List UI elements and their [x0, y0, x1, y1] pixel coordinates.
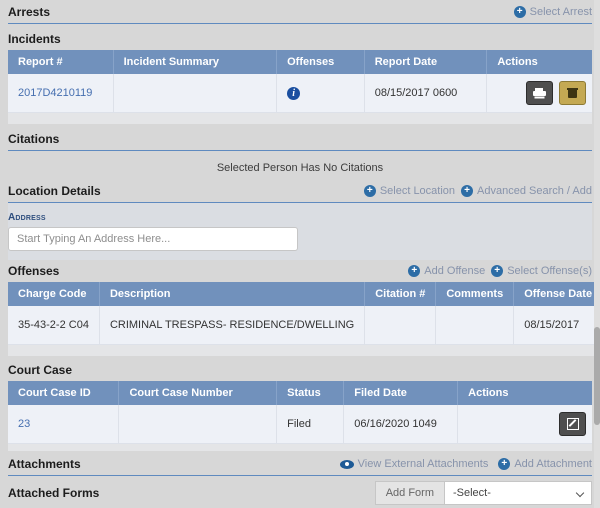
- court-case-table-footer: [8, 444, 592, 452]
- address-panel: Address: [8, 203, 592, 260]
- eye-icon: [340, 460, 354, 469]
- incident-report-date: 08/15/2017 0600: [364, 74, 487, 113]
- court-case-row: 23 Filed 06/16/2020 1049: [8, 405, 592, 444]
- print-incident-button[interactable]: [526, 81, 553, 105]
- view-external-attachments-link[interactable]: View External Attachments: [340, 458, 489, 470]
- offense-charge-code: 35-43-2-2 C04: [8, 306, 99, 345]
- vertical-scrollbar[interactable]: [594, 0, 600, 508]
- location-section-title: Location Details: [8, 184, 101, 198]
- trash-icon: [568, 88, 577, 99]
- court-case-status: Filed: [277, 405, 344, 444]
- court-case-filed-date: 06/16/2020 1049: [344, 405, 458, 444]
- arrests-section-title: Arrests: [8, 5, 50, 19]
- plus-icon: +: [491, 265, 503, 277]
- select-location-label: Select Location: [380, 185, 455, 197]
- offense-row: 35-43-2-2 C04 CRIMINAL TRESPASS- RESIDEN…: [8, 306, 600, 345]
- section-divider: [8, 475, 592, 476]
- attachments-section-title: Attachments: [8, 457, 81, 471]
- offense-comments: [436, 306, 514, 345]
- select-arrest-link[interactable]: + Select Arrest: [514, 6, 592, 18]
- attached-forms-section-title: Attached Forms: [8, 486, 99, 500]
- incidents-header-actions: Actions: [487, 50, 592, 74]
- add-attachment-label: Add Attachment: [514, 458, 592, 470]
- incidents-table: Report # Incident Summary Offenses Repor…: [8, 50, 592, 124]
- incidents-section-title: Incidents: [8, 32, 61, 46]
- add-offense-link[interactable]: + Add Offense: [408, 265, 485, 277]
- section-divider: [8, 150, 592, 151]
- select-offenses-link[interactable]: + Select Offense(s): [491, 265, 592, 277]
- select-location-link[interactable]: + Select Location: [364, 185, 455, 197]
- offenses-header-date: Offense Date: [514, 282, 600, 306]
- plus-icon: +: [408, 265, 420, 277]
- court-case-number: [119, 405, 277, 444]
- offenses-header-comments: Comments: [436, 282, 514, 306]
- court-header-id: Court Case ID: [8, 381, 119, 405]
- scrollbar-thumb[interactable]: [594, 327, 600, 425]
- court-case-id-link[interactable]: 23: [18, 418, 30, 430]
- select-offenses-label: Select Offense(s): [507, 265, 592, 277]
- add-form-label: Add Form: [375, 481, 444, 505]
- offenses-table-footer: [8, 345, 600, 357]
- incidents-header-summary: Incident Summary: [113, 50, 277, 74]
- advanced-search-add-link[interactable]: + Advanced Search / Add: [461, 185, 592, 197]
- offenses-header-code: Charge Code: [8, 282, 99, 306]
- select-arrest-label: Select Arrest: [530, 6, 592, 18]
- chevron-down-icon: [576, 489, 584, 497]
- section-divider: [8, 23, 592, 24]
- citations-section-title: Citations: [8, 132, 59, 146]
- edit-court-case-button[interactable]: [559, 412, 586, 436]
- offense-citation: [365, 306, 436, 345]
- address-input[interactable]: [8, 227, 298, 251]
- incidents-header-report: Report #: [8, 50, 113, 74]
- offense-description: CRIMINAL TRESPASS- RESIDENCE/DWELLING: [99, 306, 364, 345]
- court-header-status: Status: [277, 381, 344, 405]
- edit-icon: [567, 418, 579, 430]
- advanced-search-add-label: Advanced Search / Add: [477, 185, 592, 197]
- plus-icon: +: [514, 6, 526, 18]
- incidents-header-date: Report Date: [364, 50, 487, 74]
- offense-date: 08/15/2017: [514, 306, 600, 345]
- plus-icon: +: [461, 185, 473, 197]
- offenses-table: Charge Code Description Citation # Comme…: [8, 282, 600, 356]
- incidents-header-offenses: Offenses: [277, 50, 365, 74]
- offenses-header-citation: Citation #: [365, 282, 436, 306]
- view-external-attachments-label: View External Attachments: [358, 458, 489, 470]
- incidents-table-footer: [8, 113, 592, 125]
- court-case-table: Court Case ID Court Case Number Status F…: [8, 381, 592, 451]
- plus-icon: +: [498, 458, 510, 470]
- offenses-header-description: Description: [99, 282, 364, 306]
- info-icon[interactable]: i: [287, 87, 300, 100]
- delete-incident-button[interactable]: [559, 81, 586, 105]
- add-attachment-link[interactable]: + Add Attachment: [498, 458, 592, 470]
- court-header-filed: Filed Date: [344, 381, 458, 405]
- plus-icon: +: [364, 185, 376, 197]
- offenses-section-title: Offenses: [8, 264, 59, 278]
- add-offense-label: Add Offense: [424, 265, 485, 277]
- add-form-select[interactable]: -Select-: [444, 481, 592, 505]
- address-label: Address: [8, 212, 592, 223]
- court-header-number: Court Case Number: [119, 381, 277, 405]
- no-citations-message: Selected Person Has No Citations: [8, 162, 592, 174]
- person-record-page: Arrests + Select Arrest Incidents Report …: [0, 0, 600, 508]
- printer-icon: [533, 88, 546, 98]
- add-form-selected-value: -Select-: [453, 487, 491, 499]
- incident-row: 2017D4210119 i 08/15/2017 0600: [8, 74, 592, 113]
- incident-report-link[interactable]: 2017D4210119: [18, 87, 92, 99]
- court-header-actions: Actions: [458, 381, 592, 405]
- court-case-section-title: Court Case: [8, 363, 72, 377]
- incident-summary-cell: [113, 74, 277, 113]
